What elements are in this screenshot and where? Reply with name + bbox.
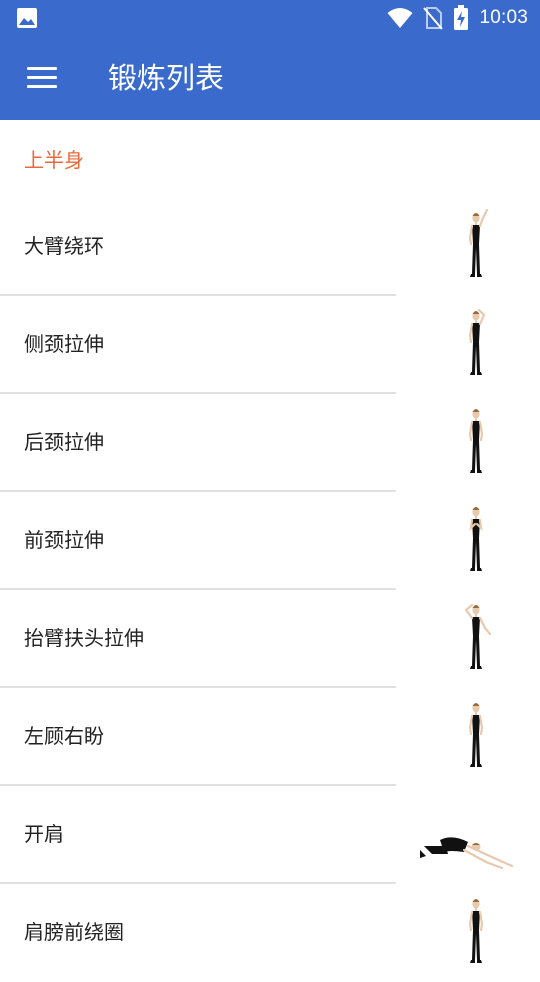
exercise-list: 大臂绕环 侧颈拉伸 后颈拉伸 前颈拉伸 抬臂扶头拉伸 左顾右盼 开肩 肩膀前绕圈 <box>0 198 540 982</box>
list-item[interactable]: 大臂绕环 <box>0 198 540 296</box>
no-sim-icon <box>423 7 444 30</box>
status-time: 10:03 <box>479 7 528 28</box>
exercise-thumbnail <box>468 703 484 767</box>
status-bar: 10:03 <box>0 0 540 36</box>
image-icon <box>17 8 37 28</box>
exercise-label: 开肩 <box>24 822 64 846</box>
exercise-thumbnail <box>468 308 486 375</box>
exercise-label: 后颈拉伸 <box>24 430 104 454</box>
exercise-thumbnail <box>468 409 484 473</box>
page-title: 锻炼列表 <box>108 61 225 95</box>
list-item[interactable]: 后颈拉伸 <box>0 394 540 492</box>
exercise-label: 抬臂扶头拉伸 <box>24 626 144 650</box>
list-item[interactable]: 肩膀前绕圈 <box>0 884 540 982</box>
exercise-label: 左顾右盼 <box>24 724 104 748</box>
section-header: 上半身 <box>24 148 84 172</box>
menu-icon <box>27 67 57 89</box>
exercise-thumbnail <box>420 837 514 870</box>
list-item[interactable]: 开肩 <box>0 786 540 884</box>
list-item[interactable]: 侧颈拉伸 <box>0 296 540 394</box>
app-bar: 锻炼列表 <box>0 36 540 120</box>
menu-button[interactable] <box>14 50 70 106</box>
exercise-label: 侧颈拉伸 <box>24 332 104 356</box>
exercise-label: 大臂绕环 <box>24 234 104 258</box>
exercise-thumbnail <box>468 899 484 963</box>
exercise-label: 肩膀前绕圈 <box>24 920 124 944</box>
list-item[interactable]: 左顾右盼 <box>0 688 540 786</box>
exercise-label: 前颈拉伸 <box>24 528 104 552</box>
list-item[interactable]: 抬臂扶头拉伸 <box>0 590 540 688</box>
exercise-thumbnail <box>464 603 492 669</box>
battery-charging-icon <box>454 5 469 30</box>
list-item[interactable]: 前颈拉伸 <box>0 492 540 590</box>
exercise-thumbnail <box>468 208 489 277</box>
exercise-thumbnail <box>469 507 483 571</box>
wifi-icon <box>387 8 413 28</box>
